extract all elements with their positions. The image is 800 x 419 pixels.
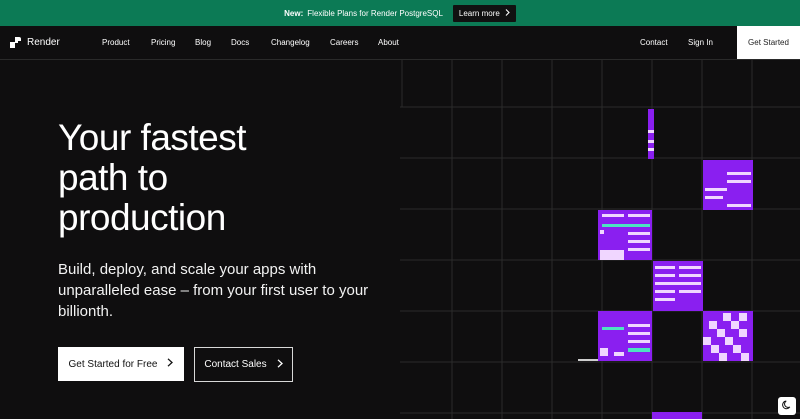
announcement-banner: New: Flexible Plans for Render PostgreSQ…	[0, 0, 800, 26]
brand-logo[interactable]: Render	[10, 37, 60, 48]
nav-item-pricing[interactable]: Pricing	[151, 38, 175, 47]
nav-item-blog[interactable]: Blog	[195, 38, 211, 47]
top-navigation: Render Product Pricing Blog Docs Changel…	[0, 26, 800, 60]
theme-toggle-button[interactable]	[778, 397, 796, 415]
purple-block-5	[598, 311, 652, 361]
purple-block-6	[703, 311, 753, 361]
purple-block-1	[648, 109, 654, 159]
sign-in-link[interactable]: Sign In	[688, 38, 713, 47]
moon-icon	[781, 397, 793, 415]
grid-accent-line	[578, 359, 598, 361]
logo-mark-icon	[10, 37, 21, 48]
get-started-label: Get Started	[748, 38, 789, 47]
learn-more-button[interactable]: Learn more	[452, 4, 516, 22]
chevron-right-icon	[505, 8, 510, 18]
purple-block-7	[652, 412, 702, 419]
chevron-right-icon	[167, 358, 174, 370]
primary-cta-label: Get Started for Free	[68, 358, 158, 370]
purple-block-3	[598, 210, 652, 260]
hero-subtitle: Build, deploy, and scale your apps with …	[58, 261, 369, 320]
secondary-cta-label: Contact Sales	[204, 359, 267, 370]
banner-prefix: New:	[284, 8, 304, 18]
nav-item-about[interactable]: About	[378, 38, 399, 47]
banner-text: Flexible Plans for Render PostgreSQL	[307, 8, 443, 18]
contact-link[interactable]: Contact	[640, 38, 668, 47]
hero-title-line: production	[58, 197, 226, 238]
get-started-nav-button[interactable]: Get Started	[737, 26, 800, 59]
chevron-right-icon	[277, 358, 283, 371]
hero-title-line: Your fastest	[58, 117, 247, 158]
nav-item-product[interactable]: Product	[102, 38, 130, 47]
get-started-free-button[interactable]: Get Started for Free	[58, 347, 184, 381]
purple-block-4	[653, 261, 703, 311]
nav-item-changelog[interactable]: Changelog	[271, 38, 310, 47]
nav-item-careers[interactable]: Careers	[330, 38, 358, 47]
hero-title-line: path to	[58, 157, 168, 198]
hero-grid-illustration	[400, 60, 800, 419]
hero-title: Your fastest path to production	[58, 118, 388, 238]
contact-sales-button[interactable]: Contact Sales	[194, 347, 293, 382]
purple-block-2	[703, 160, 753, 210]
nav-item-docs[interactable]: Docs	[231, 38, 249, 47]
learn-more-label: Learn more	[458, 8, 500, 18]
brand-name: Render	[27, 37, 60, 48]
